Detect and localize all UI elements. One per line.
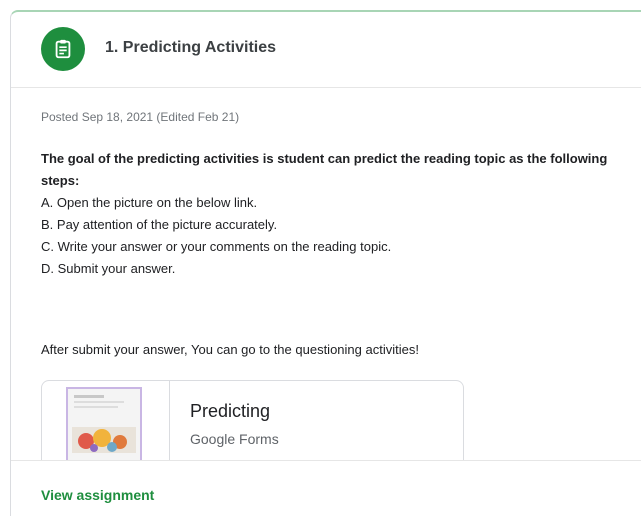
attachment-type: Google Forms <box>190 431 279 447</box>
view-assignment-link[interactable]: View assignment <box>41 487 154 503</box>
posted-date: Posted Sep 18, 2021 (Edited Feb 21) <box>41 110 240 124</box>
assignment-icon <box>41 27 85 71</box>
card-footer: View assignment <box>11 460 641 516</box>
after-note: After submit your answer, You can go to … <box>41 342 419 357</box>
assignment-card: 1. Predicting Activities Posted Sep 18, … <box>10 10 641 516</box>
instruction-step: B. Pay attention of the picture accurate… <box>41 217 278 232</box>
instruction-step: A. Open the picture on the below link. <box>41 195 258 210</box>
assignment-title: 1. Predicting Activities <box>105 39 277 56</box>
form-preview <box>66 387 142 471</box>
instructions-intro: The goal of the predicting activities is… <box>41 151 608 188</box>
instruction-step: C. Write your answer or your comments on… <box>41 239 392 254</box>
clipboard-icon <box>55 39 71 59</box>
attachment-title[interactable]: Predicting <box>190 401 270 422</box>
instruction-step: D. Submit your answer. <box>41 261 176 276</box>
assignment-header[interactable]: 1. Predicting Activities <box>11 12 641 88</box>
form-preview-image <box>68 389 140 469</box>
assignment-instructions: The goal of the predicting activities is… <box>41 148 631 280</box>
